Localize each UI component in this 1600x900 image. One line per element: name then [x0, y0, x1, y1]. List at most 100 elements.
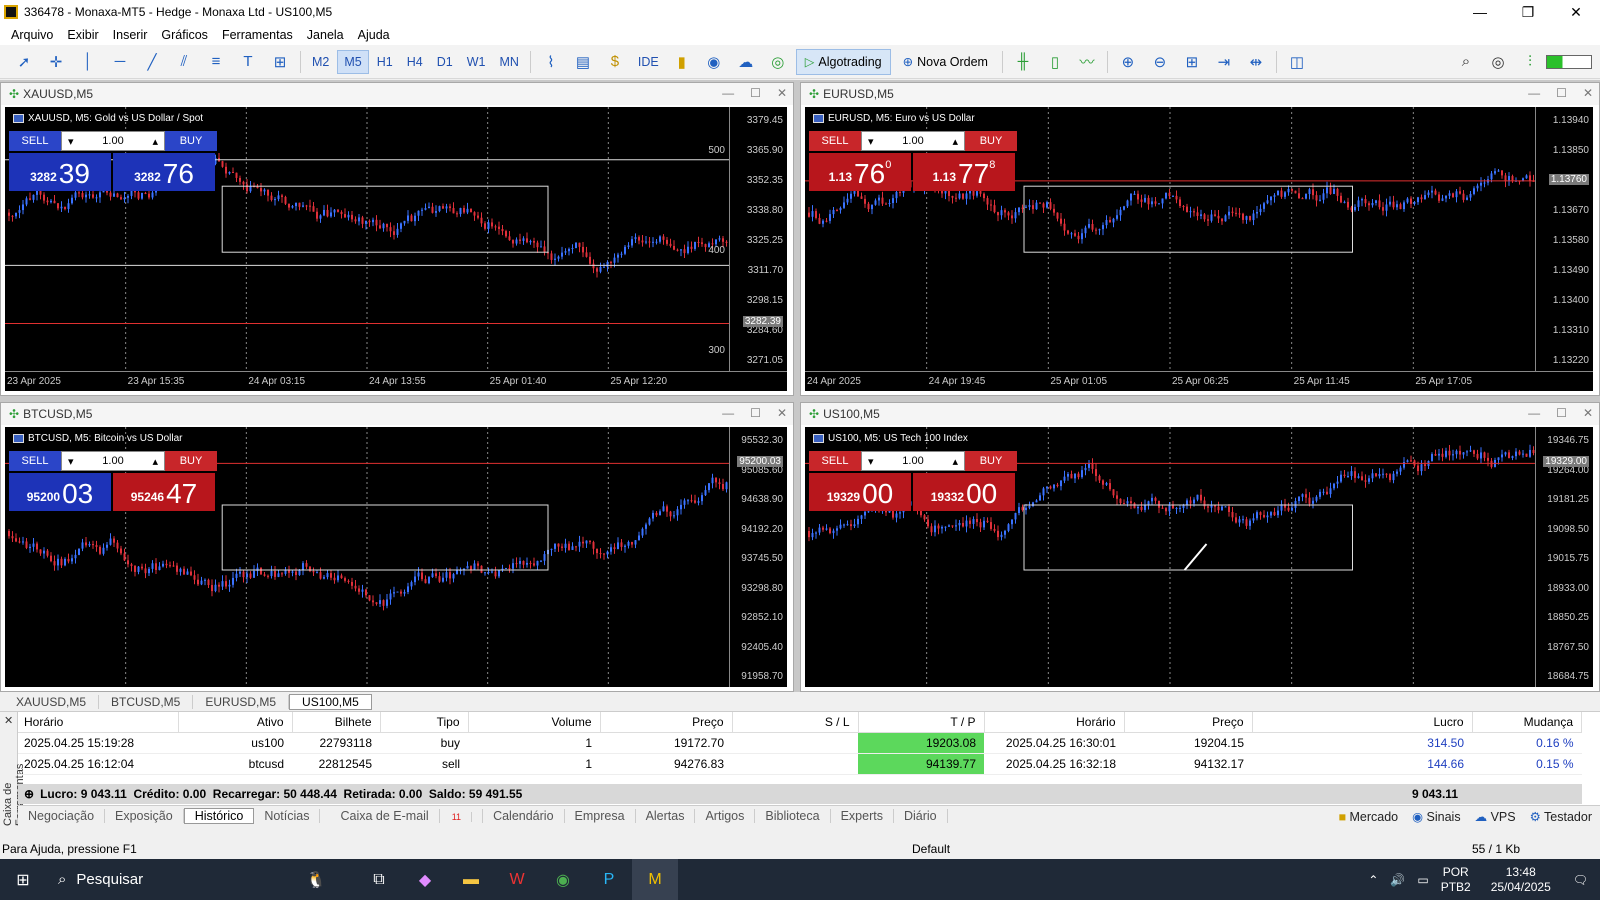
- copilot-icon[interactable]: ◆: [402, 859, 448, 900]
- minimize-button[interactable]: —: [1456, 0, 1504, 24]
- task-view-icon[interactable]: ⧉: [356, 859, 402, 900]
- col-tipo[interactable]: Tipo: [380, 712, 469, 733]
- search-icon[interactable]: ⌕: [1454, 50, 1478, 74]
- chart-minimize-icon[interactable]: —: [722, 406, 734, 420]
- lot-size-field[interactable]: ▾ 1.00 ▴: [861, 451, 965, 471]
- price-axis[interactable]: 3379.45 3365.90 3352.35 3338.80 3325.25 3311.…: [729, 107, 787, 391]
- profit-app-icon[interactable]: P: [586, 859, 632, 900]
- sell-price[interactable]: 3282 39: [9, 153, 111, 191]
- timeframe-m5[interactable]: M5: [337, 49, 369, 74]
- clock-time[interactable]: 13:48: [1506, 865, 1536, 880]
- buy-button[interactable]: BUY: [965, 451, 1017, 471]
- time-axis[interactable]: 23 Apr 2025 23 Apr 15:35 24 Apr 03:15 24 Ap…: [5, 371, 787, 391]
- channel-icon[interactable]: ⫽: [172, 50, 196, 74]
- close-button[interactable]: ✕: [1552, 0, 1600, 24]
- col-preco-open[interactable]: Preço: [600, 712, 733, 733]
- chart-window-eurusd[interactable]: ✣ EURUSD,M5 — ☐ ✕ EURUSD, M5: Euro vs US Doll…: [800, 82, 1600, 396]
- zoom-out-icon[interactable]: ⊖: [1148, 50, 1172, 74]
- widget-penguins-icon[interactable]: 🐧: [276, 859, 356, 900]
- trendline-icon[interactable]: ╱: [140, 50, 164, 74]
- bar-chart-icon[interactable]: ╫: [1011, 50, 1035, 74]
- chart-maximize-icon[interactable]: ☐: [1556, 406, 1567, 420]
- vps-link[interactable]: ☁ VPS: [1475, 809, 1516, 824]
- price-axis[interactable]: 95532.30 95085.60 94638.90 94192.20 93745.50…: [729, 427, 787, 687]
- chart-canvas[interactable]: EURUSD, M5: Euro vs US Dollar SELL ▾ 1.00…: [805, 107, 1593, 391]
- chart-maximize-icon[interactable]: ☐: [1556, 86, 1567, 100]
- signals-icon[interactable]: ◉: [702, 50, 726, 74]
- tab-alertas[interactable]: Alertas: [636, 809, 696, 823]
- text-icon[interactable]: T: [236, 50, 260, 74]
- col-preco-close[interactable]: Preço: [1124, 712, 1253, 733]
- lot-size-field[interactable]: ▾ 1.00 ▴: [861, 131, 965, 151]
- chart-minimize-icon[interactable]: —: [722, 86, 734, 100]
- chart-close-icon[interactable]: ✕: [777, 86, 787, 100]
- chart-maximize-icon[interactable]: ☐: [750, 406, 761, 420]
- chart-canvas[interactable]: US100, M5: US Tech 100 Index SELL ▾ 1.00 ▴…: [805, 427, 1593, 687]
- tab-diario[interactable]: Diário: [894, 809, 948, 823]
- cursor-icon[interactable]: ➚: [12, 50, 36, 74]
- wps-office-icon[interactable]: W: [494, 859, 540, 900]
- lot-down-icon[interactable]: ▾: [868, 135, 874, 148]
- timeframe-mn[interactable]: MN: [493, 50, 524, 74]
- zoom-in-icon[interactable]: ⊕: [1116, 50, 1140, 74]
- col-horario-close[interactable]: Horário: [984, 712, 1125, 733]
- taskbar-search[interactable]: ⌕ Pesquisar: [46, 859, 276, 900]
- lot-up-icon[interactable]: ▴: [952, 455, 958, 468]
- mercado-link[interactable]: ■ Mercado: [1338, 810, 1398, 824]
- line-chart-icon[interactable]: 〰: [1075, 50, 1099, 74]
- screenshot-icon[interactable]: ◫: [1285, 50, 1309, 74]
- sinais-link[interactable]: ◉ Sinais: [1412, 809, 1460, 824]
- sell-button[interactable]: SELL: [9, 131, 61, 151]
- volume-icon[interactable]: 🔊: [1390, 873, 1405, 887]
- timeframe-d1[interactable]: D1: [431, 50, 459, 74]
- autoscroll-icon[interactable]: ⇥: [1212, 50, 1236, 74]
- tab-artigos[interactable]: Artigos: [695, 809, 756, 823]
- lot-size-field[interactable]: ▾ 1.00 ▴: [61, 451, 165, 471]
- horizontal-line-icon[interactable]: ─: [108, 50, 132, 74]
- chart-close-icon[interactable]: ✕: [777, 406, 787, 420]
- sell-button[interactable]: SELL: [809, 451, 861, 471]
- menu-exibir[interactable]: Exibir: [60, 28, 105, 42]
- chart-tab-us100[interactable]: US100,M5: [289, 693, 372, 710]
- timeframe-m2[interactable]: M2: [306, 50, 335, 74]
- account-icon[interactable]: ◎: [1486, 50, 1510, 74]
- vps-cloud-icon[interactable]: ☁: [734, 50, 758, 74]
- sell-button[interactable]: SELL: [809, 131, 861, 151]
- metatrader-icon[interactable]: M: [632, 859, 678, 900]
- keyboard-layout[interactable]: PTB2: [1441, 880, 1471, 895]
- buy-price[interactable]: 19332 00: [913, 473, 1015, 511]
- chart-canvas[interactable]: XAUUSD, M5: Gold vs US Dollar / Spot SEL…: [5, 107, 787, 391]
- sell-price[interactable]: 1.13 76 0: [809, 153, 911, 191]
- chart-menu-icon[interactable]: [813, 434, 824, 443]
- chart-menu-icon[interactable]: [13, 434, 24, 443]
- history-row[interactable]: 2025.04.25 16:12:04 btcusd 22812545 sell…: [18, 753, 1582, 775]
- price-axis[interactable]: 1.13940 1.13850 1.13760 1.13670 1.13580 1.134…: [1535, 107, 1593, 391]
- chart-close-icon[interactable]: ✕: [1583, 86, 1593, 100]
- crosshair-icon[interactable]: ✛: [44, 50, 68, 74]
- col-volume[interactable]: Volume: [468, 712, 601, 733]
- templates-icon[interactable]: ▤: [571, 50, 595, 74]
- tab-biblioteca[interactable]: Biblioteca: [755, 809, 831, 823]
- notifications-icon[interactable]: 🗨: [1573, 873, 1588, 887]
- chart-window-us100[interactable]: ✣ US100,M5 — ☐ ✕ US100, M5: US Tech 100 Index…: [800, 402, 1600, 692]
- lot-down-icon[interactable]: ▾: [68, 455, 74, 468]
- chart-menu-icon[interactable]: [13, 114, 24, 123]
- tab-noticias[interactable]: Notícias: [254, 809, 321, 823]
- menu-ferramentas[interactable]: Ferramentas: [215, 28, 300, 42]
- sell-button[interactable]: SELL: [9, 451, 61, 471]
- buy-price[interactable]: 95246 47: [113, 473, 215, 511]
- lot-down-icon[interactable]: ▾: [868, 455, 874, 468]
- chart-close-icon[interactable]: ✕: [1583, 406, 1593, 420]
- menu-inserir[interactable]: Inserir: [106, 28, 155, 42]
- chart-shift-icon[interactable]: ⇹: [1244, 50, 1268, 74]
- file-explorer-icon[interactable]: ▬: [448, 859, 494, 900]
- col-bilhete[interactable]: Bilhete: [292, 712, 381, 733]
- chart-tab-eurusd[interactable]: EURUSD,M5: [193, 694, 290, 709]
- vertical-line-icon[interactable]: │: [76, 50, 100, 74]
- col-horario-open[interactable]: Horário: [18, 712, 179, 733]
- history-row[interactable]: 2025.04.25 15:19:28 us100 22793118 buy 1…: [18, 732, 1582, 754]
- buy-button[interactable]: BUY: [165, 131, 217, 151]
- col-ativo[interactable]: Ativo: [178, 712, 293, 733]
- buy-price[interactable]: 3282 76: [113, 153, 215, 191]
- new-order-button[interactable]: ⊕ Nova Ordem: [895, 49, 996, 75]
